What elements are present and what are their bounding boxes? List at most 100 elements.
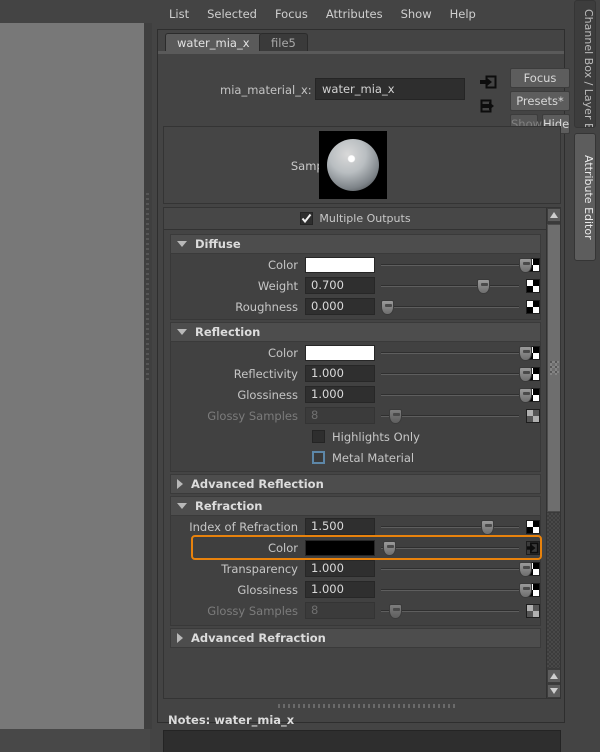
section-title-reflection: Reflection (195, 325, 261, 339)
focus-button[interactable]: Focus (510, 68, 570, 88)
label-index-of-refraction: Index of Refraction (189, 519, 298, 534)
refraction-glossy-samples-input: 8 (305, 602, 375, 619)
refraction-glossiness-slider[interactable] (381, 581, 532, 598)
panel-splitter[interactable] (144, 23, 152, 729)
scroll-up-button[interactable] (547, 208, 560, 222)
menu-help[interactable]: Help (441, 4, 485, 24)
scroll-up-button-bottom[interactable] (547, 669, 560, 683)
sample-frame: Sample (163, 126, 561, 204)
multiple-outputs-checkbox[interactable] (300, 212, 314, 225)
label-reflectivity: Reflectivity (233, 366, 298, 381)
attr-row-reflection-glossiness: Glossiness 1.000 (171, 384, 540, 405)
arrow-out-of-box-icon[interactable] (479, 98, 497, 114)
vertical-scrollbar[interactable] (546, 208, 560, 698)
transparency-slider[interactable] (381, 560, 532, 577)
slider-knob[interactable] (519, 346, 532, 361)
refraction-glossy-samples-slider (381, 602, 519, 619)
reflection-glossiness-slider[interactable] (381, 386, 532, 403)
chevron-right-icon (177, 633, 183, 643)
reflection-color-slider[interactable] (381, 344, 532, 361)
section-header-diffuse[interactable]: Diffuse (170, 234, 541, 254)
reflection-glossy-samples-input: 8 (305, 407, 375, 424)
section-body-refraction: Index of Refraction 1.500 Color Transpar… (170, 516, 542, 626)
section-header-refraction[interactable]: Refraction (170, 496, 541, 516)
sample-sphere-icon (327, 139, 379, 191)
refraction-color-swatch[interactable] (305, 539, 375, 556)
label-diffuse-roughness: Roughness (235, 299, 298, 314)
left-top-strip (0, 0, 150, 23)
reflection-glossiness-input[interactable]: 1.000 (305, 386, 375, 403)
index-of-refraction-map-button[interactable] (526, 519, 540, 534)
slider-knob[interactable] (381, 300, 394, 315)
chevron-right-icon (177, 479, 183, 489)
slider-knob[interactable] (383, 541, 396, 556)
tab-file5[interactable]: file5 (259, 33, 308, 52)
refraction-color-map-button[interactable] (526, 540, 540, 555)
slider-knob[interactable] (519, 562, 532, 577)
diffuse-roughness-input[interactable]: 0.000 (305, 298, 375, 315)
reflectivity-input[interactable]: 1.000 (305, 365, 375, 382)
reflection-glossy-samples-map-button (526, 408, 540, 423)
node-name-input[interactable]: water_mia_x (315, 78, 465, 100)
label-reflection-glossy-samples: Glossy Samples (207, 408, 298, 423)
diffuse-roughness-slider[interactable] (381, 298, 519, 315)
right-vertical-tab-rail: Channel Box / Layer Editor Attribute Edi… (570, 0, 600, 752)
reflectivity-slider[interactable] (381, 365, 532, 382)
scroll-down-button[interactable] (547, 684, 560, 698)
slider-knob[interactable] (519, 258, 532, 273)
index-of-refraction-slider[interactable] (381, 518, 519, 535)
metal-material-checkbox[interactable] (312, 451, 325, 464)
menubar: List Selected Focus Attributes Show Help (152, 0, 570, 27)
slider-knob[interactable] (519, 367, 532, 382)
menu-attributes[interactable]: Attributes (317, 4, 392, 24)
attr-row-refraction-color[interactable]: Color (191, 535, 542, 560)
diffuse-roughness-map-button[interactable] (526, 299, 540, 314)
reflection-color-swatch[interactable] (305, 344, 375, 361)
refraction-color-slider[interactable] (381, 539, 519, 556)
section-header-advanced-refraction[interactable]: Advanced Refraction (170, 628, 541, 648)
highlights-only-checkbox[interactable] (312, 430, 325, 443)
diffuse-weight-slider[interactable] (381, 277, 519, 294)
node-tabstrip: water_mia_x file5 (158, 30, 564, 52)
checkbox-row-highlights-only[interactable]: Highlights Only (171, 426, 540, 447)
transparency-input[interactable]: 1.000 (305, 560, 375, 577)
scrollbar-groove[interactable] (547, 513, 560, 668)
section-header-reflection[interactable]: Reflection (170, 322, 541, 342)
slider-knob[interactable] (519, 583, 532, 598)
menu-list[interactable]: List (160, 4, 198, 24)
tab-water-mia-x[interactable]: water_mia_x (165, 33, 262, 52)
presets-button[interactable]: Presets* (510, 91, 570, 111)
slider-knob[interactable] (477, 279, 490, 294)
material-sample-preview[interactable] (319, 131, 387, 199)
vtab-channel-box-layer-editor[interactable]: Channel Box / Layer Editor (574, 0, 596, 128)
menu-selected[interactable]: Selected (198, 4, 266, 24)
viewport-panel[interactable] (0, 23, 144, 729)
index-of-refraction-input[interactable]: 1.500 (305, 518, 375, 535)
diffuse-weight-input[interactable]: 0.700 (305, 277, 375, 294)
section-header-advanced-reflection[interactable]: Advanced Reflection (170, 474, 541, 494)
diffuse-weight-map-button[interactable] (526, 278, 540, 293)
attribute-editor-panel: List Selected Focus Attributes Show Help… (152, 0, 570, 752)
refraction-glossiness-input[interactable]: 1.000 (305, 581, 375, 598)
slider-track (381, 285, 519, 287)
diffuse-color-swatch[interactable] (305, 256, 375, 273)
checkbox-row-metal-material[interactable]: Metal Material (171, 447, 540, 468)
notes-separator-icon[interactable] (278, 704, 458, 708)
menu-focus[interactable]: Focus (266, 4, 317, 24)
vtab-attribute-editor[interactable]: Attribute Editor (574, 133, 596, 261)
label-reflection-glossiness: Glossiness (237, 387, 298, 402)
menu-show[interactable]: Show (392, 4, 441, 24)
label-transparency: Transparency (221, 561, 298, 576)
arrow-into-box-icon[interactable] (479, 74, 497, 90)
attributes-scroll-area: Multiple Outputs Diffuse Color Weight 0.… (163, 207, 561, 699)
slider-knob[interactable] (481, 520, 494, 535)
slider-track (381, 547, 519, 549)
multiple-outputs-row[interactable]: Multiple Outputs (164, 208, 547, 230)
diffuse-color-slider[interactable] (381, 256, 532, 273)
attr-row-transparency: Transparency 1.000 (171, 558, 540, 579)
notes-textarea[interactable] (163, 730, 561, 752)
label-reflection-color: Color (267, 345, 298, 360)
attr-row-reflection-glossy-samples: Glossy Samples 8 (171, 405, 540, 426)
slider-knob[interactable] (519, 388, 532, 403)
scrollbar-thumb[interactable] (547, 224, 560, 512)
